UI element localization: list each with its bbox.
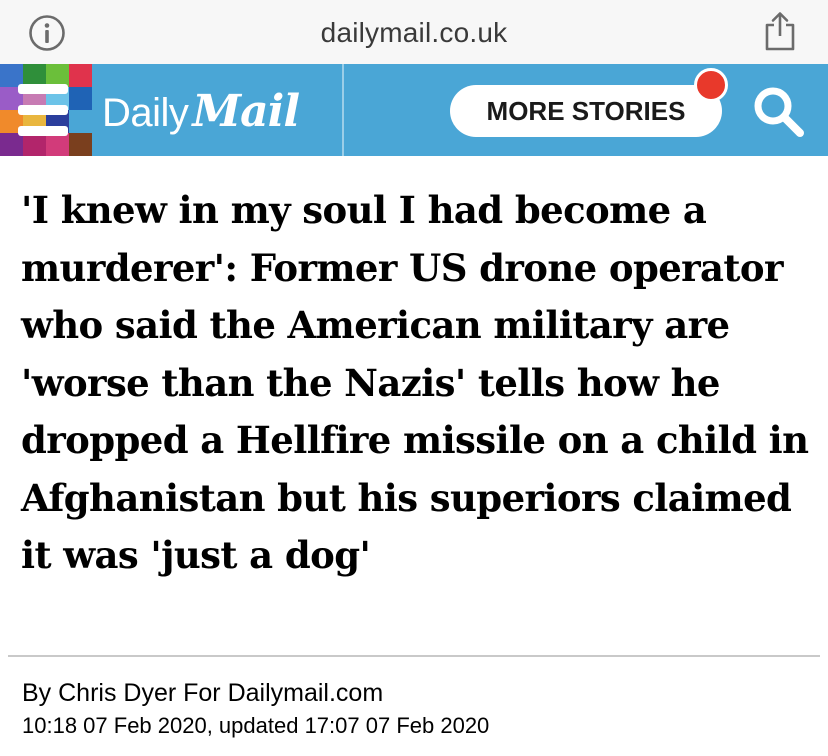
mosaic-tile bbox=[69, 87, 92, 110]
brand-daily-text: Daily bbox=[102, 91, 189, 135]
url-text[interactable]: dailymail.co.uk bbox=[0, 17, 828, 49]
article-timestamp: 10:18 07 Feb 2020, updated 17:07 07 Feb … bbox=[22, 713, 490, 738]
menu-icon[interactable] bbox=[18, 84, 68, 136]
mosaic-tile bbox=[69, 64, 92, 87]
share-icon[interactable] bbox=[763, 11, 797, 51]
more-stories-button[interactable]: MORE STORIES bbox=[450, 85, 722, 137]
mosaic-tile bbox=[69, 133, 92, 156]
daily-mail-logo[interactable]: DailyMail bbox=[102, 86, 300, 137]
notification-dot bbox=[694, 68, 728, 102]
header-divider bbox=[342, 64, 344, 156]
article-headline: 'I knew in my soul I had become a murder… bbox=[21, 188, 809, 577]
mosaic-tile bbox=[46, 133, 69, 156]
search-icon[interactable] bbox=[750, 83, 808, 141]
mosaic-tile bbox=[0, 133, 23, 156]
byline-divider bbox=[8, 655, 820, 657]
mosaic-tile bbox=[23, 133, 46, 156]
brand-mail-text: Mail bbox=[192, 86, 300, 137]
article-byline[interactable]: By Chris Dyer For Dailymail.com bbox=[22, 679, 383, 708]
browser-address-bar: dailymail.co.uk bbox=[0, 0, 828, 64]
mosaic-tile bbox=[69, 110, 92, 133]
